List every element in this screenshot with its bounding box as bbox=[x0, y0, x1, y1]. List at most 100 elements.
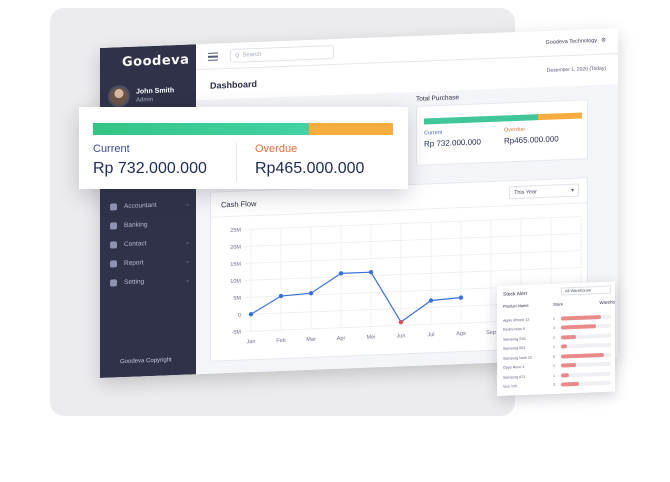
purchase-values: Current Rp 732.000.000 Overdue Rp465.000… bbox=[424, 124, 584, 149]
purchase-current-fill bbox=[424, 114, 538, 125]
period-select[interactable]: This Year ▾ bbox=[509, 183, 579, 200]
report-icon bbox=[110, 260, 117, 268]
bank-icon bbox=[110, 222, 117, 230]
stock-qty: 3 bbox=[553, 383, 555, 388]
purchase-current-label: Current bbox=[424, 129, 443, 137]
search-icon: ⚲ bbox=[235, 53, 240, 60]
product-name: Samsung Note 20 bbox=[503, 355, 532, 361]
stock-level-bar bbox=[561, 352, 611, 359]
stock-qty: 2 bbox=[553, 335, 555, 340]
grid-line bbox=[245, 233, 581, 247]
x-tick-label: Jan bbox=[247, 339, 256, 345]
stock-level-fill bbox=[561, 382, 579, 387]
stock-qty: 5 bbox=[553, 354, 555, 359]
page-title: Dashboard bbox=[210, 78, 258, 91]
receivable-progress-bar bbox=[93, 123, 393, 135]
cash-flow-title: Cash Flow bbox=[221, 198, 257, 210]
gear-icon[interactable]: ⚙ bbox=[601, 38, 606, 44]
search-input[interactable]: ⚲ Search bbox=[230, 45, 334, 64]
x-tick-label: Mei bbox=[367, 334, 376, 340]
sidebar-item-label: Banking bbox=[124, 221, 148, 230]
stock-table-body: Apple iPhone 12 2 Redmi Note 9 4 Samsung S20… bbox=[503, 312, 611, 392]
stock-level-bar bbox=[561, 380, 611, 387]
user-role: Admin bbox=[136, 96, 154, 104]
sidebar-item-label: Setting bbox=[124, 278, 145, 287]
sidebar-menu: Accountant ⌄ Banking Contact ⌄ Report ⌄ Set… bbox=[110, 195, 190, 293]
x-tick-label: Ags bbox=[456, 331, 466, 337]
data-point bbox=[248, 311, 254, 317]
grid-line bbox=[245, 216, 581, 230]
stock-level-fill bbox=[561, 314, 601, 321]
company-switcher[interactable]: Goodeva Technology ⚙ bbox=[545, 38, 606, 46]
stock-level-bar bbox=[561, 342, 611, 349]
chevron-down-icon: ⌄ bbox=[184, 258, 190, 265]
y-tick-label: 0 bbox=[238, 313, 241, 319]
total-receivable-card: Current Rp 732.000.000 Overdue Rp465.000… bbox=[79, 107, 408, 189]
product-name: Redmi Note 9 bbox=[503, 327, 525, 333]
product-name: Samsung A51 bbox=[503, 346, 526, 352]
x-tick-label: Apr bbox=[337, 336, 346, 342]
product-name: Samsung A71 bbox=[503, 374, 526, 380]
app-logo[interactable]: Goodeva bbox=[122, 53, 189, 71]
hamburger-menu-icon[interactable] bbox=[208, 52, 218, 63]
user-name: John Smith bbox=[136, 86, 175, 96]
user-profile[interactable]: John Smith Admin bbox=[108, 83, 174, 108]
copyright-text: Goodeva Copyright bbox=[120, 357, 172, 366]
sidebar-item-label: Report bbox=[124, 259, 144, 268]
stock-qty: 2 bbox=[553, 316, 555, 321]
grid-line bbox=[245, 250, 581, 264]
stock-level-fill bbox=[561, 324, 596, 330]
promo-stage: Goodeva John Smith Admin Accountant ⌄ Ban… bbox=[0, 0, 670, 482]
data-point bbox=[428, 298, 434, 303]
column-header[interactable]: Product Name bbox=[503, 302, 553, 309]
series-line bbox=[250, 271, 462, 323]
stock-level-bar bbox=[561, 323, 611, 330]
stock-alert-card: Stock Alert All Warehouse Product Name S… bbox=[497, 281, 615, 396]
warehouse-select[interactable]: All Warehouse bbox=[561, 285, 611, 296]
stock-qty: 1 bbox=[553, 373, 555, 378]
stock-level-bar bbox=[561, 314, 611, 321]
product-name: Vivo Y20 bbox=[503, 384, 518, 390]
stock-qty: 4 bbox=[553, 326, 555, 331]
stock-table-header: Product Name Stock bbox=[503, 300, 611, 309]
receivable-current-fill bbox=[93, 123, 309, 135]
column-header[interactable]: Stock bbox=[553, 301, 563, 306]
purchase-overdue-value: Rp465.000.000 bbox=[504, 134, 559, 146]
purchase-progress-bar bbox=[424, 112, 582, 125]
chevron-down-icon: ▾ bbox=[571, 187, 574, 194]
product-name: Oppo Reno 4 bbox=[503, 365, 525, 371]
receivable-current: Current Rp 732.000.000 bbox=[93, 143, 236, 181]
stock-level-fill bbox=[561, 363, 576, 368]
grid-line bbox=[245, 267, 581, 281]
sidebar-item-label: Contact bbox=[124, 240, 147, 249]
stock-level-fill bbox=[561, 344, 567, 349]
chevron-down-icon: ⌄ bbox=[184, 277, 190, 284]
purchase-current-value: Rp 732.000.000 bbox=[424, 137, 481, 149]
x-tick-label: Jul bbox=[427, 332, 434, 338]
total-purchase-title: Total Purchase bbox=[416, 94, 459, 103]
contact-icon bbox=[110, 241, 117, 249]
gear-icon bbox=[110, 279, 117, 287]
x-tick-label: Jun bbox=[397, 333, 406, 339]
purchase-overdue: Overdue Rp465.000.000 bbox=[504, 124, 584, 146]
stock-level-fill bbox=[561, 373, 569, 378]
purchase-overdue-label: Overdue bbox=[504, 126, 526, 134]
chevron-down-icon: ⌄ bbox=[184, 239, 190, 246]
chevron-down-icon: ⌄ bbox=[184, 201, 190, 208]
x-tick-label: Feb bbox=[276, 338, 285, 344]
period-value: This Year bbox=[514, 188, 537, 196]
y-tick-label: 15M bbox=[230, 262, 241, 268]
company-name: Goodeva Technology bbox=[545, 37, 598, 46]
purchase-overdue-fill bbox=[537, 112, 582, 121]
sidebar: Goodeva John Smith Admin Accountant ⌄ Ban… bbox=[100, 44, 196, 379]
receivable-overdue: Overdue Rp465.000.000 bbox=[236, 143, 398, 181]
y-tick-label: 5M bbox=[233, 296, 241, 302]
avatar[interactable] bbox=[108, 84, 130, 108]
y-tick-label: -5M bbox=[232, 330, 242, 336]
stock-level-bar bbox=[561, 333, 611, 340]
receivable-overdue-label: Overdue bbox=[255, 143, 298, 155]
sidebar-item-setting[interactable]: Setting ⌄ bbox=[110, 271, 190, 293]
product-name: Apple iPhone 12 bbox=[503, 317, 530, 323]
x-tick-label: Mar bbox=[306, 337, 316, 343]
search-placeholder: Search bbox=[242, 51, 262, 59]
